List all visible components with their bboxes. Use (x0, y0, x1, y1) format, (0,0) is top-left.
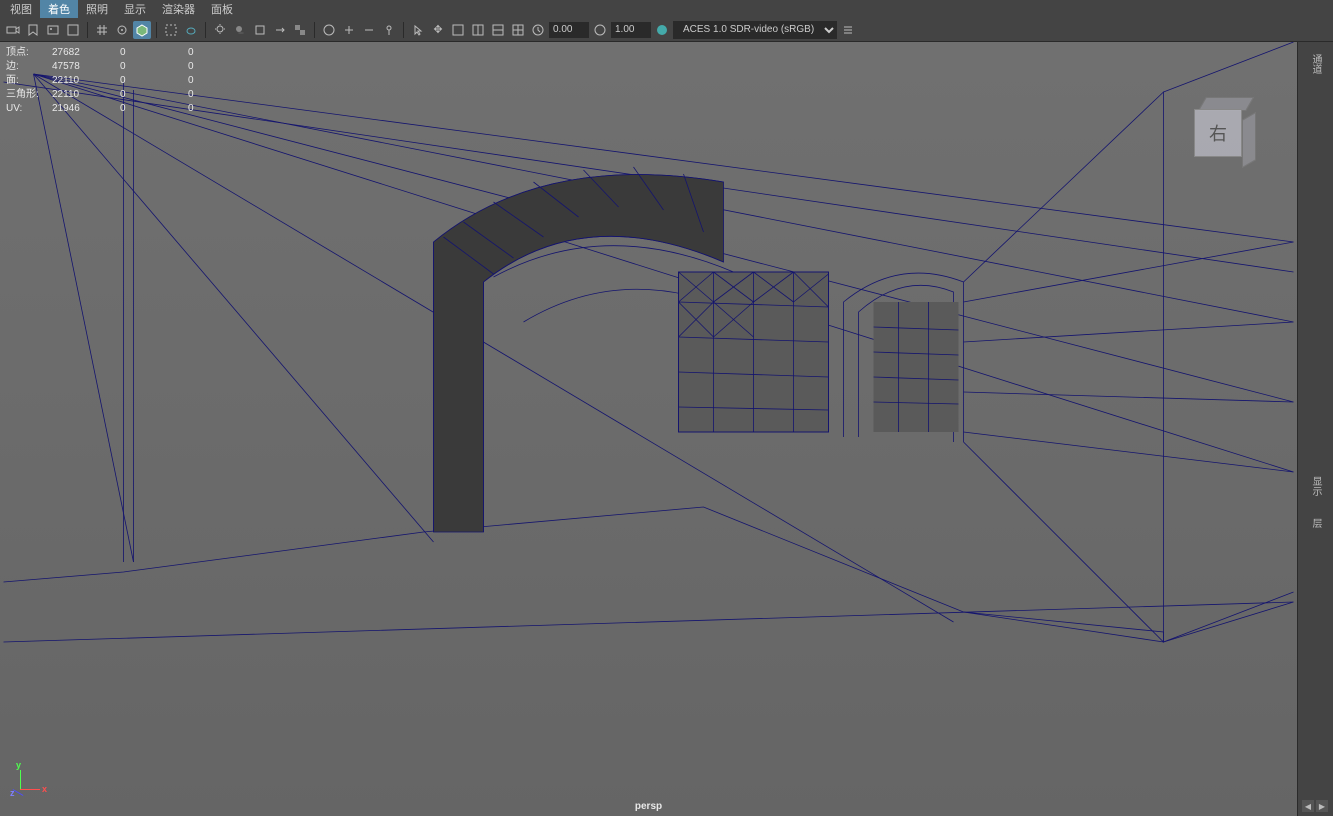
minus-icon[interactable] (360, 21, 378, 39)
near-clip-field[interactable] (549, 22, 589, 38)
layout-2-icon[interactable] (469, 21, 487, 39)
layout-1-icon[interactable] (449, 21, 467, 39)
menu-panels[interactable]: 面板 (203, 0, 241, 18)
panel-menu-bar: 视图 着色 照明 显示 渲染器 面板 (0, 0, 1333, 18)
teapot-icon[interactable] (182, 21, 200, 39)
layout-3-icon[interactable] (489, 21, 507, 39)
menu-view[interactable]: 视图 (2, 0, 40, 18)
shadow-icon[interactable] (231, 21, 249, 39)
wireframe-scene (0, 42, 1297, 816)
layout-4-icon[interactable] (509, 21, 527, 39)
scroll-right-icon[interactable]: ▶ (1316, 800, 1328, 812)
pointer-icon[interactable] (409, 21, 427, 39)
toolbar-sep (205, 22, 206, 38)
color-space-select[interactable]: ACES 1.0 SDR-video (sRGB) (673, 21, 837, 39)
clock-icon[interactable] (529, 21, 547, 39)
film-gate-icon[interactable] (64, 21, 82, 39)
view-cube[interactable]: 右 (1182, 97, 1257, 172)
color-mgmt-icon[interactable] (653, 21, 671, 39)
pin-icon[interactable] (380, 21, 398, 39)
ao-icon[interactable] (251, 21, 269, 39)
stat-edges-label: 边: (6, 60, 52, 74)
stat-verts-label: 顶点: (6, 46, 52, 60)
plus-icon[interactable] (340, 21, 358, 39)
far-clip-icon[interactable] (591, 21, 609, 39)
viewcube-front[interactable]: 右 (1194, 109, 1242, 157)
axis-indicator: y x z (12, 758, 52, 798)
layers-tab[interactable]: 层 (1306, 512, 1325, 534)
menu-renderer[interactable]: 渲染器 (154, 0, 203, 18)
stat-uv-label: UV: (6, 102, 52, 116)
grid-icon[interactable] (93, 21, 111, 39)
toolbar-sep (156, 22, 157, 38)
image-plane-icon[interactable] (44, 21, 62, 39)
snap-icon[interactable] (113, 21, 131, 39)
light-icon[interactable] (211, 21, 229, 39)
menu-shading[interactable]: 着色 (40, 0, 78, 18)
move-icon[interactable]: ✥ (429, 21, 447, 39)
toolbar-sep (403, 22, 404, 38)
texture-icon[interactable] (291, 21, 309, 39)
display-tab[interactable]: 显示 (1306, 470, 1325, 502)
toolbar-sep (87, 22, 88, 38)
motion-blur-icon[interactable] (271, 21, 289, 39)
settings-icon[interactable] (839, 21, 857, 39)
isolate-icon[interactable] (320, 21, 338, 39)
bookmark-icon[interactable] (24, 21, 42, 39)
menu-lighting[interactable]: 照明 (78, 0, 116, 18)
right-sidebar: 通道 显示 层 ◀ ▶ (1297, 42, 1333, 816)
viewport[interactable]: 顶点:2768200 边:4757800 面:2211000 三角形:22110… (0, 42, 1297, 816)
channel-box-tab[interactable]: 通道 (1306, 48, 1325, 80)
xray-icon[interactable] (162, 21, 180, 39)
scroll-left-icon[interactable]: ◀ (1302, 800, 1314, 812)
toolbar-sep (314, 22, 315, 38)
viewcube-right-side[interactable] (1242, 112, 1256, 168)
menu-show[interactable]: 显示 (116, 0, 154, 18)
stat-tris-label: 三角形: (6, 88, 52, 102)
wireframe-shaded-icon[interactable] (133, 21, 151, 39)
select-camera-icon[interactable] (4, 21, 22, 39)
far-clip-field[interactable] (611, 22, 651, 38)
camera-name: persp (635, 801, 662, 812)
viewport-toolbar: ✥ ACES 1.0 SDR-video (sRGB) (0, 18, 1333, 42)
heads-up-display: 顶点:2768200 边:4757800 面:2211000 三角形:22110… (6, 46, 256, 116)
stat-faces-label: 面: (6, 74, 52, 88)
